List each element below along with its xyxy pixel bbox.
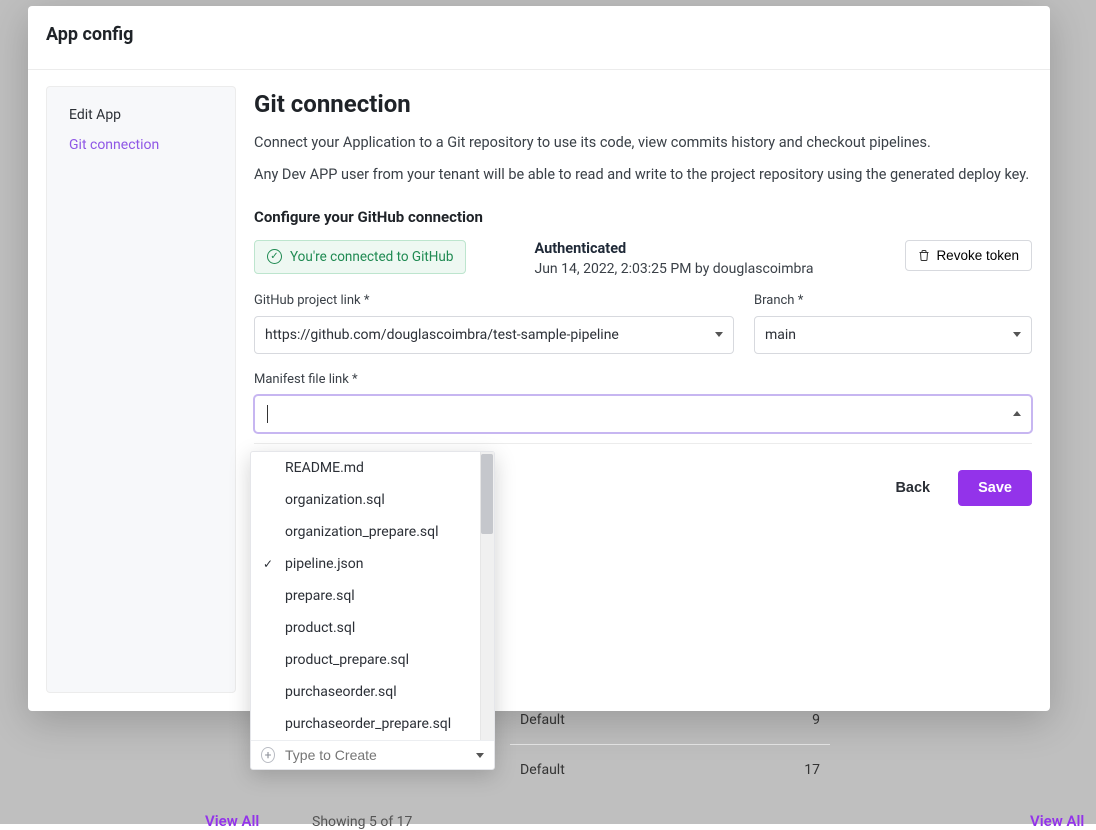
dropdown-item[interactable]: pipeline.json — [251, 548, 480, 580]
project-link-field: GitHub project link * https://github.com… — [254, 293, 734, 354]
modal-header: App config — [28, 6, 1050, 70]
chevron-down-icon — [476, 753, 484, 758]
chevron-up-icon — [1013, 411, 1021, 416]
chevron-down-icon — [715, 332, 723, 337]
dropdown-item[interactable]: product_prepare.sql — [251, 644, 480, 676]
connected-badge-text: You're connected to GitHub — [290, 249, 453, 265]
trash-icon — [918, 249, 930, 262]
text-cursor-icon — [267, 405, 268, 423]
branch-field: Branch * main — [754, 293, 1032, 354]
project-link-label: GitHub project link * — [254, 293, 734, 308]
manifest-select[interactable] — [254, 395, 1032, 433]
scrollbar-thumb[interactable] — [481, 454, 493, 534]
modal-body: Edit App Git connection Git connection C… — [28, 70, 1050, 711]
auth-meta: Jun 14, 2022, 2:03:25 PM by douglascoimb… — [534, 261, 887, 277]
modal-title: App config — [46, 24, 1032, 45]
branch-label: Branch * — [754, 293, 1032, 308]
manifest-dropdown: README.mdorganization.sqlorganization_pr… — [250, 451, 495, 770]
project-link-value: https://github.com/douglascoimbra/test-s… — [265, 327, 619, 343]
back-button[interactable]: Back — [881, 470, 944, 506]
dropdown-item[interactable]: README.md — [251, 452, 480, 484]
save-button[interactable]: Save — [958, 470, 1032, 506]
manifest-field: Manifest file link * — [254, 372, 1032, 433]
bg-row-label: Default — [520, 712, 565, 728]
manifest-label: Manifest file link * — [254, 372, 1032, 387]
content-desc-2: Any Dev APP user from your tenant will b… — [254, 164, 1032, 186]
dropdown-item[interactable]: organization.sql — [251, 484, 480, 516]
bg-row-label: Default — [520, 762, 565, 778]
bg-showing-text: Showing 5 of 17 — [312, 814, 412, 830]
dropdown-item[interactable]: prepare.sql — [251, 580, 480, 612]
auth-block: Authenticated Jun 14, 2022, 2:03:25 PM b… — [484, 240, 887, 277]
create-input[interactable] — [285, 747, 466, 763]
dropdown-item[interactable]: purchaseorder_prepare.sql — [251, 708, 480, 740]
connected-badge: ✓ You're connected to GitHub — [254, 240, 466, 274]
bg-view-all-link[interactable]: View All — [1030, 812, 1084, 830]
modal-sidebar: Edit App Git connection — [46, 86, 236, 693]
dropdown-item[interactable]: product.sql — [251, 612, 480, 644]
bg-row-count: 17 — [804, 762, 820, 778]
dropdown-item[interactable]: purchaseorder.sql — [251, 676, 480, 708]
status-row: ✓ You're connected to GitHub Authenticat… — [254, 240, 1032, 277]
auth-title: Authenticated — [534, 240, 887, 257]
sidebar-item-git-connection[interactable]: Git connection — [69, 137, 213, 153]
app-config-modal: App config Edit App Git connection Git c… — [28, 6, 1050, 711]
content-subheading: Configure your GitHub connection — [254, 208, 1032, 226]
chevron-down-icon — [1013, 332, 1021, 337]
plus-circle-icon: + — [261, 747, 275, 763]
scrollbar[interactable] — [480, 452, 494, 740]
dropdown-item[interactable]: organization_prepare.sql — [251, 516, 480, 548]
bg-view-all-link[interactable]: View All — [205, 812, 259, 830]
content-desc-1: Connect your Application to a Git reposi… — [254, 132, 1032, 154]
bg-row: Default 17 — [510, 744, 830, 794]
content-heading: Git connection — [254, 90, 1032, 118]
project-link-select[interactable]: https://github.com/douglascoimbra/test-s… — [254, 316, 734, 354]
dropdown-list[interactable]: README.mdorganization.sqlorganization_pr… — [251, 452, 494, 740]
bg-row-count: 9 — [812, 712, 820, 728]
dropdown-footer: + — [251, 740, 494, 769]
check-circle-icon: ✓ — [267, 249, 282, 264]
branch-select[interactable]: main — [754, 316, 1032, 354]
revoke-token-button[interactable]: Revoke token — [905, 240, 1032, 271]
branch-value: main — [765, 327, 796, 343]
form-row-1: GitHub project link * https://github.com… — [254, 293, 1032, 354]
sidebar-item-edit-app[interactable]: Edit App — [69, 107, 213, 123]
revoke-token-label: Revoke token — [936, 248, 1019, 263]
